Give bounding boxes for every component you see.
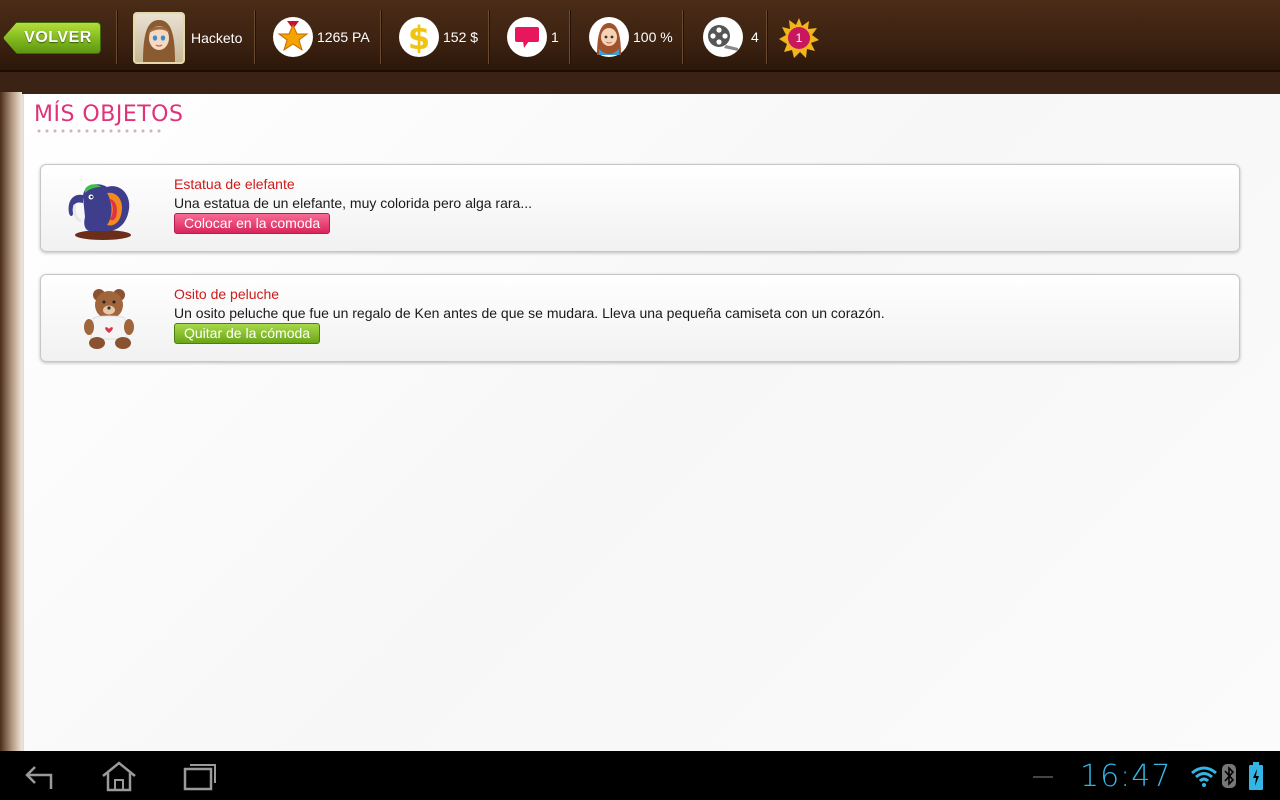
back-button[interactable]: VOLVER	[3, 22, 101, 54]
item-name: Osito de peluche	[174, 286, 280, 302]
mood-value: 100 %	[633, 29, 673, 45]
divider	[682, 10, 683, 64]
home-nav-icon[interactable]	[99, 759, 139, 793]
page-title: MÍS OBJETOS	[34, 102, 184, 127]
notification-count: 1	[788, 27, 810, 49]
points-counter[interactable]: 1265 PA	[273, 16, 370, 58]
dollar-icon: $	[399, 17, 439, 57]
mood-counter[interactable]: 100 %	[589, 16, 673, 58]
money-counter[interactable]: $ 152 $	[399, 16, 478, 58]
system-navigation-bar: 16:47	[0, 751, 1280, 800]
divider	[254, 10, 255, 64]
side-background	[0, 92, 22, 752]
title-underline-dots	[35, 129, 163, 133]
list-item: Osito de peluche Un osito peluche que fu…	[40, 274, 1240, 362]
objects-panel: MÍS OBJETOS Estatua de elefante Una esta…	[22, 94, 1280, 751]
bluetooth-icon	[1222, 764, 1236, 793]
battery-icon	[1249, 762, 1263, 795]
wifi-icon	[1190, 765, 1218, 792]
back-nav-icon[interactable]	[20, 759, 60, 793]
clock: 16:47	[1080, 759, 1172, 794]
place-on-dresser-button[interactable]: Colocar en la comoda	[174, 213, 331, 234]
remove-from-dresser-button[interactable]: Quitar de la cómoda	[174, 323, 321, 344]
username-label: Hacketo	[191, 30, 243, 46]
top-hud-bar: VOLVER Hacketo 1265 PA $ 152 $ 1 100 % 4…	[0, 0, 1280, 72]
divider	[116, 10, 117, 64]
notification-dash	[1033, 776, 1053, 778]
divider	[569, 10, 570, 64]
divider	[766, 10, 767, 64]
avatar	[133, 12, 185, 64]
item-description: Un osito peluche que fue un regalo de Ke…	[174, 305, 885, 321]
star-medal-icon	[273, 17, 313, 57]
list-item: Estatua de elefante Una estatua de un el…	[40, 164, 1240, 252]
money-value: 152 $	[443, 29, 479, 45]
elephant-statue-icon	[61, 175, 141, 241]
film-reel-icon	[703, 17, 743, 57]
messages-value: 1	[551, 29, 559, 45]
films-value: 4	[751, 29, 759, 45]
divider	[380, 10, 381, 64]
item-name: Estatua de elefante	[174, 176, 295, 192]
divider	[488, 10, 489, 64]
character-face-icon	[589, 17, 629, 57]
profile[interactable]: Hacketo	[133, 11, 242, 65]
recent-apps-icon[interactable]	[180, 759, 220, 793]
films-counter[interactable]: 4	[703, 16, 759, 58]
item-description: Una estatua de un elefante, muy colorida…	[174, 195, 532, 211]
chat-bubble-icon	[507, 17, 547, 57]
svg-text:$: $	[408, 21, 430, 53]
teddy-bear-icon	[61, 285, 141, 351]
points-value: 1265 PA	[317, 29, 370, 45]
messages-counter[interactable]: 1	[507, 16, 559, 58]
notification-badge[interactable]: 1	[779, 18, 819, 58]
